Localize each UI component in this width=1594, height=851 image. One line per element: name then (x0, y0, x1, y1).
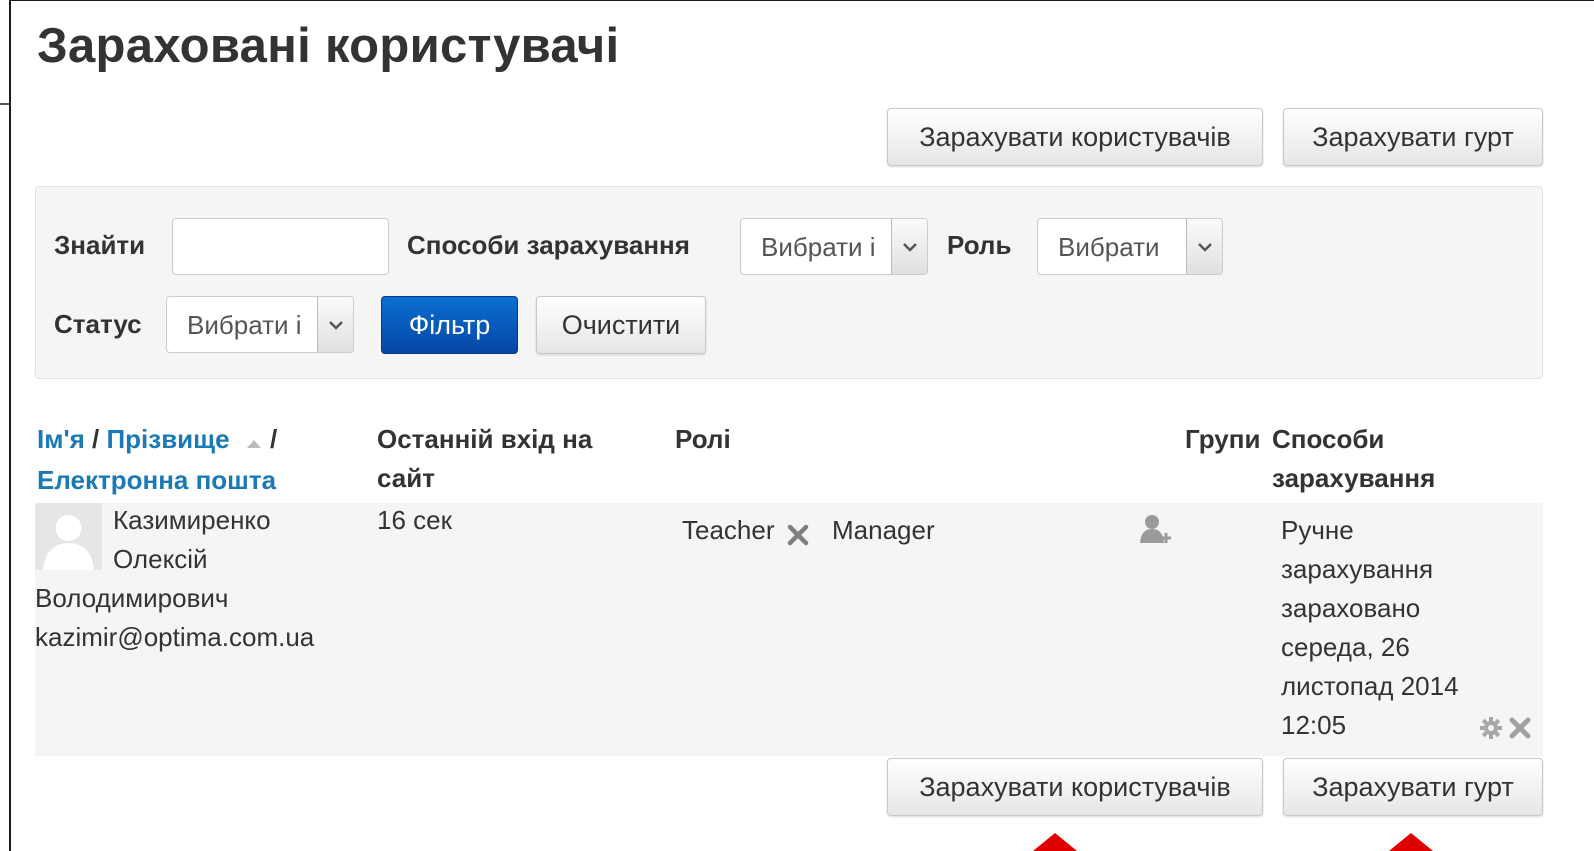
chevron-down-icon (891, 219, 927, 274)
add-to-group-icon[interactable] (1138, 513, 1174, 550)
role-select[interactable]: Вибрати (1037, 218, 1223, 275)
search-input[interactable] (172, 218, 389, 275)
avatar (35, 503, 102, 570)
header-last-access: Останній вхід на сайт (377, 420, 592, 498)
user-email: kazimir@optima.com.ua (35, 622, 315, 652)
user-name-line1[interactable]: Казимиренко (113, 501, 271, 540)
header-groups: Групи (1185, 424, 1261, 454)
enrol-method-line5: листопад 2014 (1281, 671, 1459, 701)
annotation-arrow-enrol-users (1033, 833, 1077, 851)
last-access-value: 16 сек (377, 505, 452, 535)
remove-role-icon[interactable] (786, 523, 810, 552)
enrol-method-line2: зарахування (1281, 554, 1434, 584)
sort-email-link[interactable]: Електронна пошта (37, 465, 276, 495)
header-name: Ім'я / Прізвище / Електронна пошта (37, 420, 357, 500)
unenrol-icon[interactable] (1508, 716, 1532, 745)
header-last-access-line1: Останній вхід на (377, 424, 593, 454)
role-teacher: Teacher (682, 515, 775, 545)
enrol-method-line4: середа, 26 (1281, 632, 1410, 662)
status-select-value: Вибрати і (187, 310, 302, 340)
chevron-down-icon (317, 297, 353, 352)
clear-button[interactable]: Очистити (536, 296, 706, 354)
enrol-method-line3: зараховано (1281, 593, 1421, 623)
user-name-line3[interactable]: Володимирович (35, 579, 228, 618)
role-label: Роль (947, 230, 1012, 260)
header-separator: / (84, 424, 107, 454)
role-manager: Manager (832, 515, 935, 545)
outside-border-line (0, 103, 9, 105)
enrol-methods-select-value: Вибрати і (761, 232, 876, 262)
user-name-line2[interactable]: Олексій (113, 540, 208, 579)
annotation-arrow-enrol-cohort (1389, 833, 1433, 851)
enrol-method-line6: 12:05 (1281, 710, 1347, 740)
status-select[interactable]: Вибрати і (166, 296, 354, 353)
header-separator: / (262, 424, 278, 454)
enrol-users-button-top[interactable]: Зарахувати користувачів (887, 108, 1263, 166)
header-last-access-line2: сайт (377, 463, 435, 493)
enrol-methods-select[interactable]: Вибрати і (740, 218, 928, 275)
enrol-users-button-bottom[interactable]: Зарахувати користувачів (887, 758, 1263, 816)
sort-surname-link[interactable]: Прізвище (106, 424, 229, 454)
page-title: Зараховані користувачі (37, 19, 620, 73)
gear-icon[interactable] (1479, 716, 1503, 745)
filter-button[interactable]: Фільтр (381, 296, 518, 354)
header-enrol-methods-line1: Способи (1272, 424, 1385, 454)
enrol-cohort-button-top[interactable]: Зарахувати гурт (1283, 108, 1543, 166)
enrol-cohort-button-bottom[interactable]: Зарахувати гурт (1283, 758, 1543, 816)
sort-asc-icon (245, 422, 263, 461)
sort-first-name-link[interactable]: Ім'я (37, 424, 85, 454)
search-label: Знайти (54, 230, 146, 260)
header-roles: Ролі (675, 424, 731, 454)
role-select-value: Вибрати (1058, 232, 1160, 262)
header-enrol-methods-line2: зарахування (1272, 463, 1436, 493)
enrol-method-line1: Ручне (1281, 515, 1354, 545)
chevron-down-icon (1186, 219, 1222, 274)
header-enrol-methods: Способи зарахування (1272, 420, 1435, 498)
enrol-methods-label: Способи зарахування (407, 230, 690, 260)
status-label: Статус (54, 309, 142, 339)
